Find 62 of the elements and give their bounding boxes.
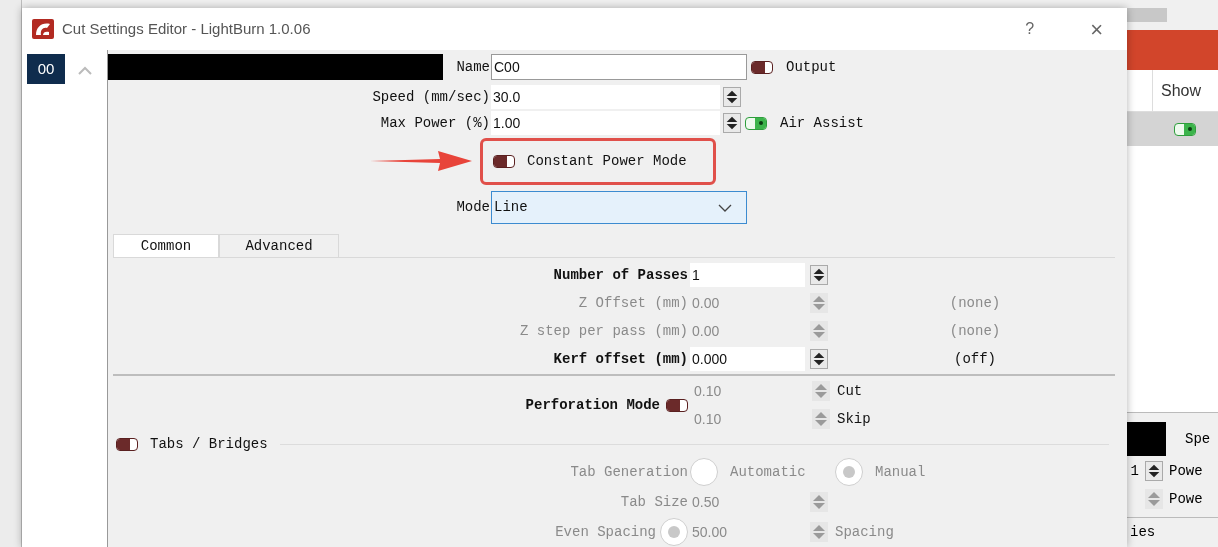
- field-label: Tab Generation: [569, 462, 688, 482]
- status-note: (none): [948, 293, 1002, 313]
- field-label: Powe: [1169, 461, 1203, 481]
- field-label: Powe: [1169, 489, 1203, 509]
- number-field[interactable]: 1.00: [491, 111, 720, 136]
- radio-button[interactable]: [690, 458, 718, 486]
- spin-buttons[interactable]: [723, 87, 741, 108]
- field-label: Mode: [455, 198, 490, 217]
- tab[interactable]: Common: [113, 234, 219, 257]
- spin-buttons[interactable]: [810, 265, 828, 285]
- column-header: Show: [1161, 80, 1202, 101]
- status-note: (off): [953, 349, 997, 369]
- toggle-switch[interactable]: [751, 60, 773, 74]
- number-field[interactable]: 30.0: [491, 85, 720, 110]
- radio-label: Automatic: [730, 462, 806, 482]
- toggle-label: Constant Power Mode: [527, 151, 687, 171]
- toggle-label: Air Assist: [780, 113, 864, 133]
- field-label: Kerf offset (mm): [552, 349, 688, 369]
- field-label: Max Power (%): [380, 113, 490, 133]
- name-field[interactable]: C00: [491, 54, 747, 80]
- help-button[interactable]: ?: [1025, 17, 1035, 41]
- highlight-frame[interactable]: Constant Power Mode: [480, 137, 716, 185]
- tab[interactable]: Advanced: [219, 234, 339, 257]
- scroll-up-icon[interactable]: [77, 65, 93, 75]
- field-label: Speed (mm/sec): [372, 87, 490, 107]
- field-label: Even Spacing: [555, 522, 656, 542]
- field-label: Number of Passes: [552, 265, 688, 285]
- field-label: Name: [456, 57, 490, 77]
- layer-item[interactable]: 00: [27, 54, 65, 84]
- status-note: (none): [948, 321, 1002, 341]
- field-label: Z step per pass (mm): [518, 321, 688, 341]
- app-logo-icon: [32, 19, 54, 39]
- toggle-switch[interactable]: [666, 398, 688, 412]
- spin-buttons[interactable]: [810, 349, 828, 369]
- toggle-switch[interactable]: [745, 116, 767, 130]
- group-label: Tabs / Bridges: [150, 434, 268, 454]
- spin-buttons[interactable]: [723, 113, 741, 134]
- section-label: ies: [1130, 523, 1156, 542]
- color-swatch: [1127, 422, 1166, 456]
- close-button[interactable]: ×: [1090, 12, 1103, 46]
- toolbar-strip: [1127, 8, 1167, 22]
- radio-button[interactable]: [835, 458, 863, 486]
- mode-dropdown[interactable]: Line: [491, 191, 747, 224]
- field-label: Tab Size: [619, 492, 688, 512]
- field-value: 1: [1130, 462, 1139, 479]
- field-label: Perforation Mode: [525, 395, 660, 415]
- number-field[interactable]: 1: [690, 263, 805, 287]
- toggle-switch[interactable]: [493, 154, 515, 168]
- field-label: Spe: [1185, 429, 1211, 449]
- toggle-switch[interactable]: [116, 437, 138, 451]
- number-field[interactable]: 0.000: [690, 347, 805, 371]
- field-label: Z Offset (mm): [577, 293, 688, 313]
- spin-buttons[interactable]: [1145, 461, 1163, 481]
- radio-button[interactable]: [660, 518, 688, 546]
- chevron-down-icon: [718, 203, 732, 212]
- radio-label: Manual: [875, 462, 926, 482]
- field-label: Cut: [837, 381, 863, 401]
- toggle-label: Output: [786, 57, 837, 77]
- window-title: Cut Settings Editor - LightBurn 1.0.06: [62, 18, 311, 39]
- field-label: Skip: [837, 409, 871, 429]
- toggle-switch[interactable]: [1174, 122, 1196, 136]
- field-label: Spacing: [835, 522, 894, 542]
